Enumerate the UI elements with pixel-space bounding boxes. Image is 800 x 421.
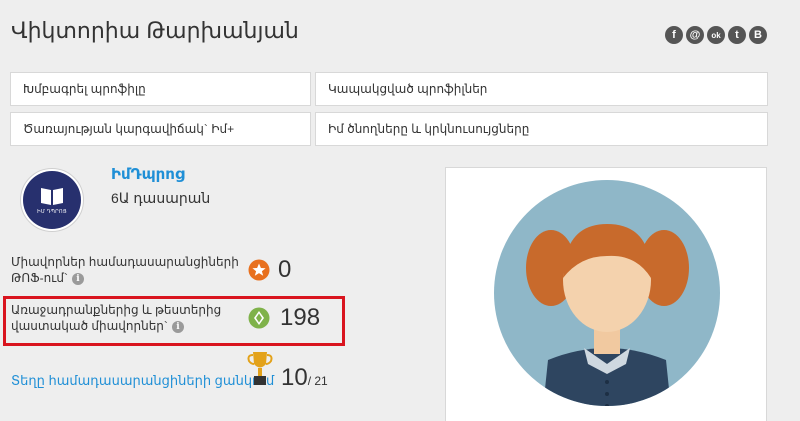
tof-label-line1: Միավորներ համադասարանցիների — [11, 255, 239, 269]
vk-icon[interactable]: B — [749, 26, 767, 44]
class-grade: 6Ա դասարան — [111, 190, 211, 206]
book-icon — [41, 188, 63, 205]
twitter-icon[interactable]: t — [728, 26, 746, 44]
ranking-position: 10 — [281, 364, 308, 391]
linked-profiles-button[interactable]: Կապակցված պրոֆիլներ — [315, 72, 768, 106]
odnoklassniki-icon[interactable]: ok — [707, 26, 725, 44]
class-ranking-link[interactable]: Տեղը համադասարանցիների ցանկում — [11, 373, 274, 389]
social-links: f @ ok t B — [665, 26, 767, 44]
info-icon[interactable]: i — [72, 272, 84, 285]
ranking-value: 10/ 21 — [281, 364, 328, 392]
service-status-button[interactable]: Ծառայության կարգավիճակ` Իմ+ — [10, 112, 311, 146]
highlight-box — [3, 296, 345, 346]
facebook-icon[interactable]: f — [665, 26, 683, 44]
avatar — [494, 180, 720, 406]
ranking-total: / 21 — [307, 374, 328, 388]
profile-menu: Խմբագրել պրոֆիլը Կապակցված պրոֆիլներ Ծառ… — [10, 72, 768, 146]
school-badge: ԻՄ ԴՊՐՈՑ — [20, 168, 84, 232]
avatar-frame — [445, 167, 767, 421]
trophy-icon — [247, 352, 273, 385]
badge-caption: ԻՄ ԴՊՐՈՑ — [37, 209, 67, 215]
parents-teachers-button[interactable]: Իմ ծնողները և կրկնուսույցները — [315, 112, 768, 146]
edit-profile-button[interactable]: Խմբագրել պրոֆիլը — [10, 72, 311, 106]
tof-label-line2: ԹՈՖ-ում` i — [11, 270, 239, 286]
page-title: Վիկտորիա Թարխանյան — [11, 18, 299, 43]
star-points-icon — [248, 259, 270, 281]
mail-icon[interactable]: @ — [686, 26, 704, 44]
school-name-link[interactable]: ԻմԴպրոց — [111, 165, 185, 183]
tof-points-label: Միավորներ համադասարանցիների ԹՈՖ-ում` i — [11, 254, 239, 286]
school-logo: ԻՄ ԴՊՐՈՑ — [23, 171, 81, 229]
tof-points-value: 0 — [278, 256, 292, 283]
